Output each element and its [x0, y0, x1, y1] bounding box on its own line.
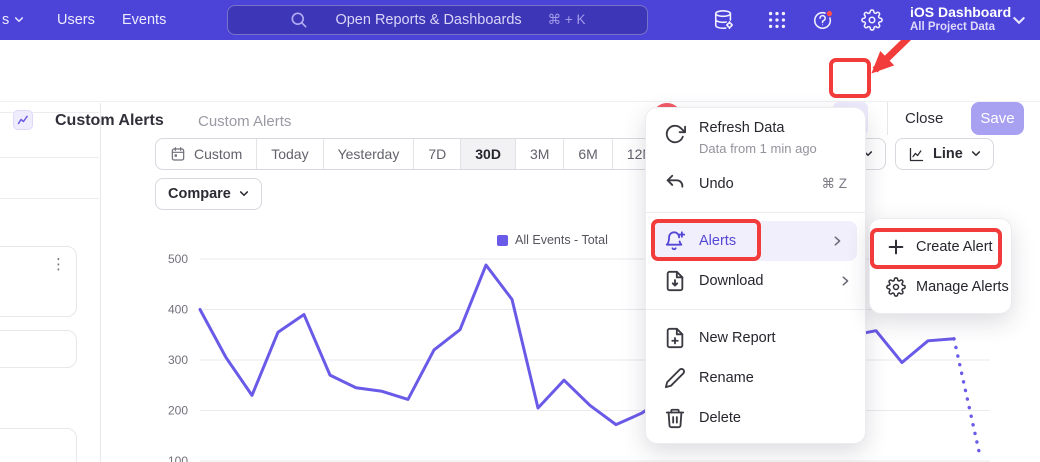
chevron-down-icon	[971, 149, 981, 159]
project-scope: All Project Data	[910, 21, 1011, 35]
bell-plus-icon	[664, 230, 686, 252]
chevron-down-icon	[239, 189, 249, 199]
gear-icon	[886, 277, 906, 297]
svg-text:200: 200	[168, 404, 188, 418]
range-6m[interactable]: 6M	[563, 139, 611, 169]
menu-item-label: Create Alert	[916, 239, 993, 255]
menu-divider	[646, 212, 865, 213]
top-navbar: s Users Events Open Reports & Dashboards…	[0, 0, 1040, 40]
svg-text:400: 400	[168, 303, 188, 317]
alerts-menu-item[interactable]: Alerts	[654, 221, 857, 261]
range-custom[interactable]: Custom	[156, 139, 256, 169]
menu-item-refresh-data[interactable]: Refresh Data Data from 1 min ago	[646, 118, 865, 164]
project-name: iOS Dashboard	[910, 4, 1011, 21]
sidebar-card[interactable]: ⋮	[0, 246, 77, 317]
range-yesterday[interactable]: Yesterday	[323, 139, 414, 169]
line-chart-icon	[908, 146, 925, 163]
data-management-icon[interactable]	[713, 9, 735, 31]
search-input[interactable]: Open Reports & Dashboards ⌘ + K	[227, 5, 648, 35]
compare-button[interactable]: Compare	[155, 178, 262, 210]
range-3m[interactable]: 3M	[515, 139, 563, 169]
menu-item-label: Download	[699, 273, 764, 289]
menu-item-rename[interactable]: Rename	[646, 358, 865, 398]
menu-item-download[interactable]: Download	[646, 261, 865, 301]
sidebar-border	[100, 103, 101, 462]
alerts-submenu: Create Alert Manage Alerts	[869, 218, 1012, 314]
more-options-menu: Refresh Data Data from 1 min ago Undo ⌘ …	[645, 107, 866, 444]
menu-item-undo[interactable]: Undo ⌘ Z	[646, 164, 865, 204]
refresh-status-text: Data from 1 min ago	[699, 142, 817, 156]
menu-item-label: New Report	[699, 330, 776, 346]
range-today[interactable]: Today	[256, 139, 322, 169]
menu-item-label: Undo	[699, 176, 734, 192]
close-button[interactable]: Close	[905, 110, 943, 127]
project-selector[interactable]: iOS Dashboard All Project Data	[910, 4, 1011, 35]
range-7d[interactable]: 7D	[413, 139, 460, 169]
refresh-icon	[664, 123, 686, 145]
chart-type-button[interactable]: Line	[895, 138, 994, 170]
apps-grid-icon[interactable]	[766, 9, 788, 31]
undo-shortcut: ⌘ Z	[822, 176, 866, 192]
chevron-right-icon	[839, 275, 851, 287]
help-icon[interactable]	[812, 9, 834, 31]
legend-label: All Events - Total	[515, 233, 608, 247]
range-30d-selected[interactable]: 30D	[460, 139, 515, 169]
file-download-icon	[664, 270, 686, 292]
kebab-menu-icon[interactable]: ⋮	[51, 257, 66, 272]
header-divider	[887, 102, 888, 135]
chevron-right-icon	[831, 235, 843, 247]
menu-divider	[646, 309, 865, 310]
chart-legend: All Events - Total	[497, 233, 608, 247]
pencil-icon	[664, 367, 686, 389]
save-button[interactable]: Save	[971, 102, 1024, 135]
page-title: Custom Alerts	[55, 112, 164, 130]
gear-icon[interactable]	[861, 9, 883, 31]
menu-item-delete[interactable]: Delete	[646, 398, 865, 438]
menu-item-new-report[interactable]: New Report	[646, 318, 865, 358]
nav-item-users[interactable]: Users	[57, 12, 95, 28]
menu-item-label: Refresh Data	[699, 120, 784, 136]
menu-item-label: Delete	[699, 410, 741, 426]
date-range-control: Custom Today Yesterday 7D 30D 3M 6M 12M	[155, 138, 669, 170]
undo-icon	[664, 173, 686, 195]
file-plus-icon	[664, 327, 686, 349]
breadcrumb: Custom Alerts	[198, 113, 291, 130]
sidebar-divider	[0, 157, 99, 158]
create-alert-menu-item[interactable]: Create Alert	[870, 227, 1011, 267]
plus-icon	[886, 237, 906, 257]
svg-text:100: 100	[168, 454, 188, 462]
manage-alerts-menu-item[interactable]: Manage Alerts	[870, 267, 1011, 307]
search-shortcut: ⌘ + K	[548, 12, 586, 28]
nav-item-truncated[interactable]: s	[2, 12, 24, 28]
svg-text:500: 500	[168, 252, 188, 266]
chevron-down-icon	[1012, 14, 1026, 28]
nav-item-events[interactable]: Events	[122, 12, 166, 28]
report-header: Custom Alerts Custom Alerts GV Duplicate…	[0, 40, 1040, 102]
menu-item-label: Manage Alerts	[916, 279, 1009, 295]
report-chart-icon	[13, 110, 33, 130]
menu-item-label: Alerts	[699, 233, 736, 249]
sidebar-divider	[0, 198, 99, 199]
sidebar-card[interactable]	[0, 428, 77, 462]
chevron-down-icon	[14, 15, 24, 25]
sidebar-card[interactable]	[0, 330, 77, 368]
trash-icon	[664, 407, 686, 429]
calendar-icon	[170, 146, 186, 162]
app-window: 500 400 300 200 100 All Events - Total Custo…	[0, 0, 1040, 462]
menu-item-label: Rename	[699, 370, 754, 386]
search-placeholder: Open Reports & Dashboards	[335, 12, 521, 28]
legend-swatch	[497, 235, 508, 246]
search-icon	[289, 10, 309, 30]
svg-text:300: 300	[168, 353, 188, 367]
